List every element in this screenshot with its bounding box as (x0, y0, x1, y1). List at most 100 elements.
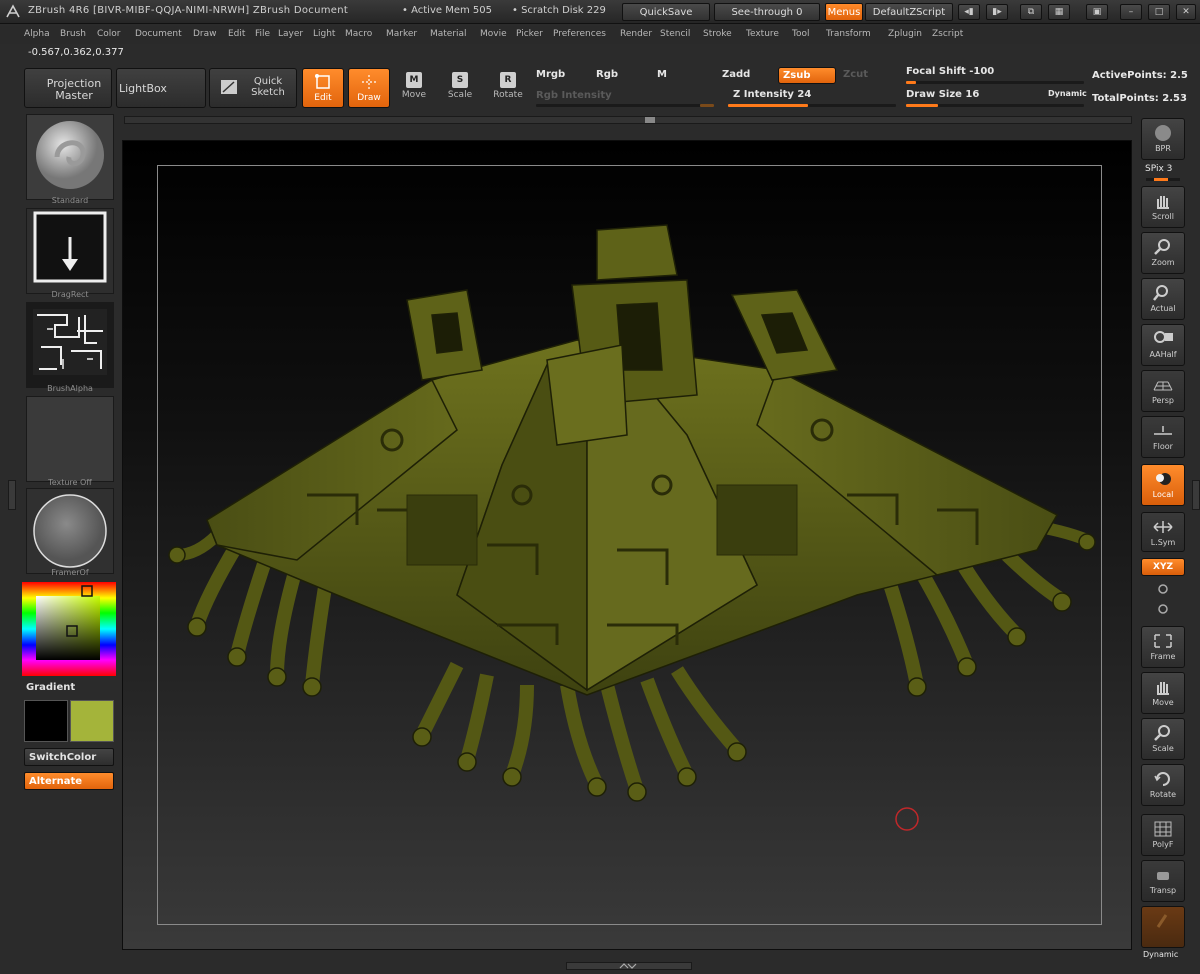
menu-picker[interactable]: Picker (516, 29, 543, 39)
color-picker-wheel[interactable] (22, 582, 116, 676)
zadd-button[interactable]: Zadd (722, 69, 750, 80)
see-through-slider[interactable]: See-through 0 (714, 3, 820, 21)
alpha-selector[interactable] (26, 302, 114, 388)
ghost-button[interactable] (1141, 906, 1185, 948)
menu-material[interactable]: Material (430, 29, 467, 39)
dynamic-button[interactable]: Dynamic (1048, 89, 1087, 98)
menu-transform[interactable]: Transform (826, 29, 871, 39)
gradient-label[interactable]: Gradient (26, 682, 75, 693)
aahalf-button[interactable]: AAHalf (1141, 324, 1185, 366)
menu-alpha[interactable]: Alpha (24, 29, 50, 39)
brush-selector[interactable] (26, 114, 114, 200)
stroke-selector[interactable] (26, 208, 114, 294)
mrgb-button[interactable]: Mrgb (536, 69, 565, 80)
menu-marker[interactable]: Marker (386, 29, 417, 39)
left-tray-handle[interactable] (8, 480, 16, 510)
rotate-view-button[interactable]: Rotate (1141, 764, 1185, 806)
material-selector[interactable] (26, 488, 114, 574)
y-axis-rotate-icon[interactable] (1156, 582, 1170, 596)
rgb-intensity-slider[interactable]: Rgb Intensity (536, 90, 612, 101)
actual-button[interactable]: Actual (1141, 278, 1185, 320)
maximize-icon[interactable]: □ (1148, 4, 1170, 20)
lsym-button[interactable]: L.Sym (1141, 512, 1185, 552)
focal-shift-slider[interactable]: Focal Shift -100 (906, 66, 994, 77)
spix-track[interactable] (1146, 178, 1180, 181)
menu-zscript[interactable]: Zscript (932, 29, 963, 39)
z-intensity-slider[interactable]: Z Intensity 24 (733, 89, 811, 100)
projection-master-button[interactable]: Projection Master (24, 68, 112, 108)
move-mode-button[interactable]: M Move (394, 70, 434, 106)
rgb-intensity-track[interactable] (536, 104, 714, 107)
menu-texture[interactable]: Texture (746, 29, 779, 39)
menu-tool[interactable]: Tool (792, 29, 809, 39)
main-color-swatch[interactable] (24, 700, 68, 742)
texture-selector[interactable] (26, 396, 114, 482)
menu-macro[interactable]: Macro (345, 29, 372, 39)
switch-color-button[interactable]: SwitchColor (24, 748, 114, 766)
floor-icon (1154, 426, 1172, 435)
layout-next-icon[interactable]: ▮▸ (986, 4, 1008, 20)
menu-edit[interactable]: Edit (228, 29, 245, 39)
layout-grid-icon[interactable]: ▦ (1048, 4, 1070, 20)
scale-view-button[interactable]: Scale (1141, 718, 1185, 760)
menu-brush[interactable]: Brush (60, 29, 86, 39)
top-shelf-scrollbar[interactable] (124, 116, 1132, 124)
layout-swap-icon[interactable]: ⧉ (1020, 4, 1042, 20)
rotate-label: Rotate (493, 90, 523, 100)
local-button[interactable]: Local (1141, 464, 1185, 506)
menu-stencil[interactable]: Stencil (660, 29, 690, 39)
transp-button[interactable]: Transp (1141, 860, 1185, 902)
focal-shift-track[interactable] (906, 81, 1084, 84)
frame-button[interactable]: Frame (1141, 626, 1185, 668)
m-button[interactable]: M (657, 69, 667, 80)
z-axis-rotate-icon[interactable] (1156, 602, 1170, 616)
draw-size-slider[interactable]: Draw Size 16 (906, 89, 979, 100)
zoom-button[interactable]: Zoom (1141, 232, 1185, 274)
lsym-label: L.Sym (1150, 538, 1176, 547)
move-view-button[interactable]: Move (1141, 672, 1185, 714)
default-zscript-button[interactable]: DefaultZScript (865, 3, 953, 21)
zcut-button[interactable]: Zcut (843, 69, 868, 80)
scroll-button[interactable]: Scroll (1141, 186, 1185, 228)
xyz-button[interactable]: XYZ (1141, 558, 1185, 576)
pyramid-model[interactable] (157, 165, 1102, 925)
menu-preferences[interactable]: Preferences (553, 29, 606, 39)
menu-render[interactable]: Render (620, 29, 652, 39)
rotate-mode-button[interactable]: R Rotate (488, 70, 528, 106)
lightbox-button[interactable]: LightBox (116, 68, 206, 108)
menu-document[interactable]: Document (135, 29, 182, 39)
rgb-button[interactable]: Rgb (596, 69, 618, 80)
tray-arrows-icon[interactable] (618, 962, 638, 970)
menu-movie[interactable]: Movie (480, 29, 507, 39)
menu-stroke[interactable]: Stroke (703, 29, 732, 39)
floor-button[interactable]: Floor (1141, 416, 1185, 458)
edit-mode-button[interactable]: Edit (302, 68, 344, 108)
menu-layer[interactable]: Layer (278, 29, 303, 39)
lock-icon[interactable]: ▣ (1086, 4, 1108, 20)
alternate-button[interactable]: Alternate (24, 772, 114, 790)
top-shelf-scroll-thumb[interactable] (645, 117, 655, 123)
menu-draw[interactable]: Draw (193, 29, 217, 39)
scale-mode-button[interactable]: S Scale (440, 70, 480, 106)
menu-zplugin[interactable]: Zplugin (888, 29, 922, 39)
persp-button[interactable]: Persp (1141, 370, 1185, 412)
draw-mode-button[interactable]: Draw (348, 68, 390, 108)
polyf-button[interactable]: PolyF (1141, 814, 1185, 856)
minimize-icon[interactable]: – (1120, 4, 1142, 20)
menu-color[interactable]: Color (97, 29, 121, 39)
brush-label: Standard (51, 196, 89, 205)
close-icon[interactable]: ✕ (1176, 4, 1196, 20)
secondary-color-swatch[interactable] (70, 700, 114, 742)
layout-prev-icon[interactable]: ◂▮ (958, 4, 980, 20)
menus-button[interactable]: Menus (825, 3, 863, 21)
right-tray-handle[interactable] (1192, 480, 1200, 510)
zsub-button[interactable]: Zsub (778, 67, 836, 84)
quick-sketch-button[interactable]: Quick Sketch (209, 68, 297, 108)
bpr-button[interactable]: BPR (1141, 118, 1185, 160)
dynamic-persp-label[interactable]: Dynamic (1143, 950, 1178, 959)
quicksave-button[interactable]: QuickSave (622, 3, 710, 21)
color-picker[interactable] (22, 582, 116, 676)
menu-file[interactable]: File (255, 29, 270, 39)
menu-light[interactable]: Light (313, 29, 335, 39)
spix-slider[interactable]: SPix 3 (1145, 164, 1172, 174)
